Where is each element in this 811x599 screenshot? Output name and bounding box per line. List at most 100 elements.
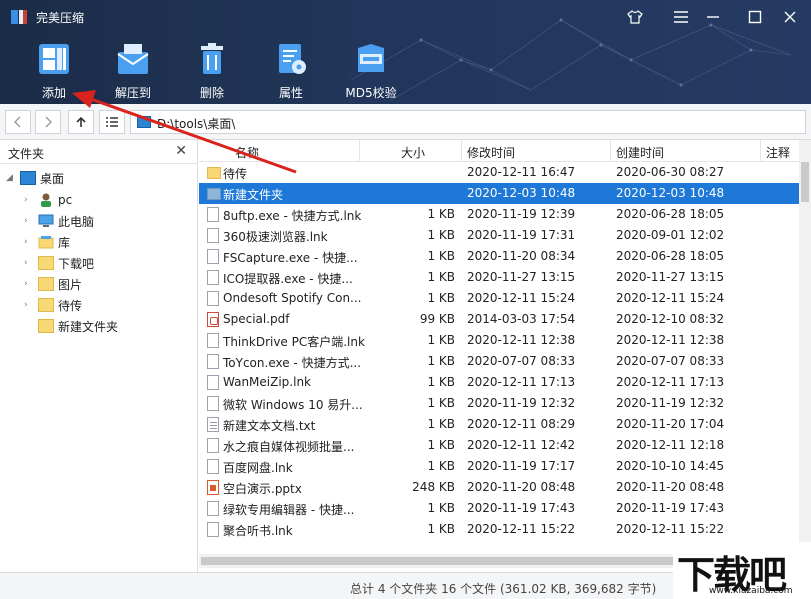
file-row[interactable]: 百度网盘.lnk 1 KB 2020-11-19 17:17 2020-10-10 1… <box>199 456 799 477</box>
view-list-button[interactable] <box>99 110 125 134</box>
column-separator[interactable] <box>359 140 360 162</box>
file-row[interactable]: 绿软专用编辑器 - 快捷... 1 KB 2020-11-19 17:43 2020-… <box>199 498 799 519</box>
column-separator[interactable] <box>760 140 761 162</box>
up-button[interactable] <box>68 110 94 134</box>
skin-button[interactable] <box>622 6 648 28</box>
file-created: 2020-11-20 17:04 <box>616 417 725 431</box>
file-size: 248 KB <box>412 480 455 494</box>
maximize-button[interactable] <box>742 6 768 28</box>
extract-label: 解压到 <box>114 86 151 100</box>
column-comment[interactable]: 注释 <box>766 144 790 161</box>
computer-icon <box>38 214 54 227</box>
expand-arrow-icon[interactable]: ◢ <box>6 173 16 183</box>
close-button[interactable] <box>777 6 803 28</box>
watermark-sub: www.xiazaiba.com <box>709 586 793 596</box>
delete-icon <box>201 43 223 74</box>
file-row[interactable]: 8uftp.exe - 快捷方式.lnk 1 KB 2020-11-19 12:39… <box>199 204 799 225</box>
column-created[interactable]: 创建时间 <box>616 144 664 161</box>
tree-item-label: 图片 <box>58 277 83 292</box>
scroll-thumb[interactable] <box>801 162 809 202</box>
arrow-up-icon <box>76 116 86 127</box>
folder-tree-pane: 文件夹 ✕ ◢ 桌面 › pc › 此电脑 › 库 › 下载吧 › 图片 › 待… <box>0 140 198 572</box>
file-name: 8uftp.exe - 快捷方式.lnk <box>223 209 362 223</box>
folder-icon <box>38 256 54 270</box>
menu-button[interactable] <box>668 6 694 28</box>
file-created: 2020-12-11 12:38 <box>616 333 725 347</box>
file-name: 新建文本文档.txt <box>223 419 316 433</box>
file-row[interactable]: Ondesoft Spotify Con... 1 KB 2020-12-11 15… <box>199 288 799 309</box>
file-name: 聚合听书.lnk <box>223 524 293 538</box>
back-button[interactable] <box>5 110 31 134</box>
expand-arrow-icon[interactable]: › <box>24 216 34 226</box>
file-size: 1 KB <box>427 270 455 284</box>
file-name: WanMeiZip.lnk <box>223 375 312 389</box>
file-modified: 2020-12-11 16:47 <box>467 165 576 179</box>
file-modified: 2020-11-27 13:15 <box>467 270 576 284</box>
expand-arrow-icon[interactable]: › <box>24 300 34 310</box>
properties-button[interactable]: 属性 <box>256 40 326 102</box>
file-created: 2020-12-11 17:13 <box>616 375 725 389</box>
maximize-icon <box>748 10 762 24</box>
address-bar: D:\tools\桌面\ <box>0 104 811 140</box>
file-row[interactable]: ThinkDrive PC客户端.lnk 1 KB 2020-12-11 12:38… <box>199 330 799 351</box>
delete-label: 删除 <box>199 86 224 100</box>
vertical-scrollbar[interactable] <box>799 140 811 572</box>
column-modified[interactable]: 修改时间 <box>467 144 515 161</box>
watermark-logo: 下载吧 www.xiazaiba.com <box>673 542 811 599</box>
tree-item-pending[interactable]: › 待传 <box>24 295 82 315</box>
add-icon <box>39 44 69 74</box>
column-size[interactable]: 大小 <box>401 144 425 161</box>
file-icon <box>207 396 219 411</box>
add-button[interactable]: 添加 <box>19 40 89 102</box>
tree-item-downloads[interactable]: › 下载吧 <box>24 253 94 273</box>
minimize-icon <box>707 16 719 18</box>
file-created: 2020-06-30 08:27 <box>616 165 725 179</box>
file-name: FSCapture.exe - 快捷... <box>223 251 358 265</box>
file-created: 2020-11-19 12:32 <box>616 396 725 410</box>
file-modified: 2020-11-19 17:31 <box>467 228 576 242</box>
file-row[interactable]: 新建文件夹 2020-12-03 10:48 2020-12-03 10:48 <box>199 183 799 204</box>
file-name: 新建文件夹 <box>223 188 284 202</box>
tree-item-new-folder[interactable]: 新建文件夹 <box>24 316 118 336</box>
expand-arrow-icon[interactable]: › <box>24 195 34 205</box>
file-row[interactable]: ToYcon.exe - 快捷方式... 1 KB 2020-07-07 08:33… <box>199 351 799 372</box>
tree-item-pc[interactable]: › pc <box>24 190 72 210</box>
file-row[interactable]: 水之痕自媒体视频批量... 1 KB 2020-12-11 12:42 2020-12… <box>199 435 799 456</box>
tree-item-library[interactable]: › 库 <box>24 232 70 252</box>
file-row[interactable]: 聚合听书.lnk 1 KB 2020-12-11 15:22 2020-12-11 1… <box>199 519 799 540</box>
path-field[interactable]: D:\tools\桌面\ <box>130 110 806 134</box>
forward-button[interactable] <box>35 110 61 134</box>
user-icon <box>41 193 51 207</box>
expand-arrow-icon[interactable]: › <box>24 258 34 268</box>
chevron-left-icon <box>14 116 21 128</box>
file-row[interactable]: FSCapture.exe - 快捷... 1 KB 2020-11-20 08:3… <box>199 246 799 267</box>
file-row[interactable]: 空白演示.pptx 248 KB 2020-11-20 08:48 2020-11-2… <box>199 477 799 498</box>
column-separator[interactable] <box>461 140 462 162</box>
file-row[interactable]: 新建文本文档.txt 1 KB 2020-12-11 08:29 2020-11-20… <box>199 414 799 435</box>
file-row[interactable]: ICO提取器.exe - 快捷... 1 KB 2020-11-27 13:15 20… <box>199 267 799 288</box>
file-row[interactable]: 360极速浏览器.lnk 1 KB 2020-11-19 17:31 2020-09-… <box>199 225 799 246</box>
file-modified: 2020-12-03 10:48 <box>467 186 576 200</box>
extract-button[interactable]: 解压到 <box>98 40 168 102</box>
file-size: 1 KB <box>427 333 455 347</box>
file-row[interactable]: 待传 2020-12-11 16:47 2020-06-30 08:27 <box>199 162 799 183</box>
tree-item-computer[interactable]: › 此电脑 <box>24 211 94 231</box>
file-row[interactable]: 微软 Windows 10 易升... 1 KB 2020-11-19 12:32 2… <box>199 393 799 414</box>
tree-item-desktop[interactable]: ◢ 桌面 <box>6 168 64 188</box>
expand-arrow-icon[interactable]: › <box>24 279 34 289</box>
tree-item-pictures[interactable]: › 图片 <box>24 274 82 294</box>
file-row[interactable]: Special.pdf 99 KB 2014-03-03 17:54 2020-12-… <box>199 309 799 330</box>
column-name[interactable]: 名称 <box>235 144 259 161</box>
file-size: 1 KB <box>427 459 455 473</box>
minimize-button[interactable] <box>700 6 726 28</box>
add-label: 添加 <box>41 86 66 100</box>
file-row[interactable]: WanMeiZip.lnk 1 KB 2020-12-11 17:13 2020-12… <box>199 372 799 393</box>
column-separator[interactable] <box>610 140 611 162</box>
menu-icon <box>674 11 688 23</box>
close-pane-icon[interactable]: ✕ <box>175 143 187 159</box>
file-created: 2020-07-07 08:33 <box>616 354 725 368</box>
expand-arrow-icon[interactable]: › <box>24 237 34 247</box>
file-size: 1 KB <box>427 354 455 368</box>
md5-button[interactable]: MD5校验 <box>336 40 406 102</box>
delete-button[interactable]: 删除 <box>177 40 247 102</box>
